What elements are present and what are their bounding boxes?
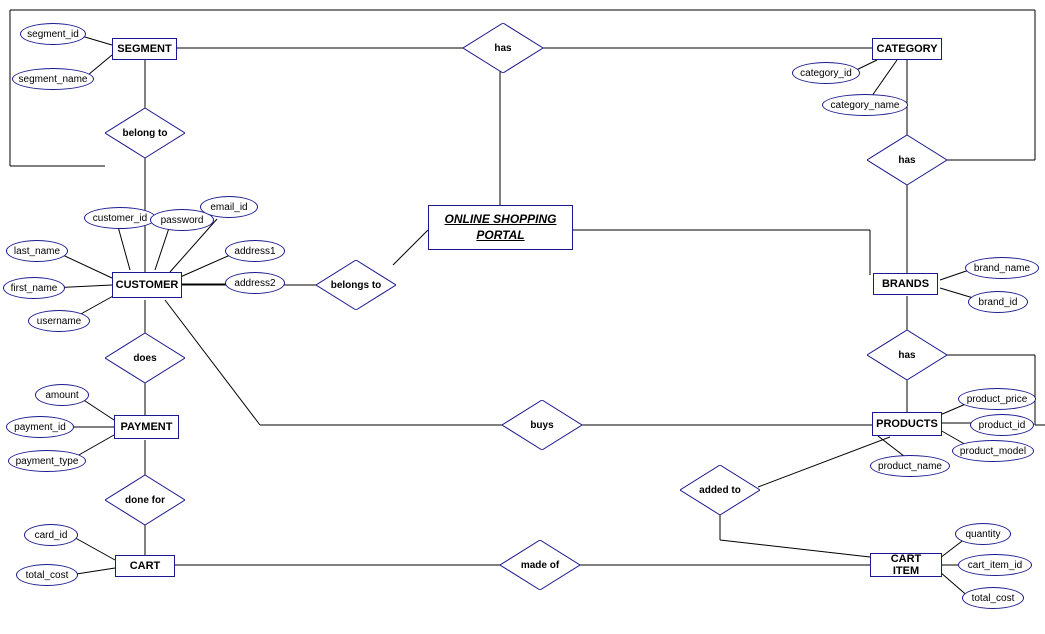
attr-address1: address1	[225, 240, 285, 262]
entity-cart-item: CART ITEM	[870, 553, 942, 577]
entity-products-label: PRODUCTS	[876, 418, 938, 430]
attr-first-name: first_name	[3, 277, 65, 299]
attr-product-price: product_price	[958, 388, 1036, 410]
rel-done-for: done for	[105, 475, 185, 525]
entity-payment: PAYMENT	[114, 415, 179, 439]
entity-main: ONLINE SHOPPING PORTAL	[428, 205, 573, 250]
entity-main-label: ONLINE SHOPPING PORTAL	[435, 212, 566, 243]
rel-made-of-label: made of	[521, 560, 559, 571]
entity-customer: CUSTOMER	[112, 272, 182, 298]
entity-customer-label: CUSTOMER	[116, 279, 179, 291]
attr-category-name: category_name	[822, 94, 908, 116]
rel-buys-label: buys	[530, 420, 553, 431]
rel-made-of: made of	[500, 540, 580, 590]
attr-segment-id: segment_id	[20, 23, 86, 45]
rel-has3: has	[867, 330, 947, 380]
er-diagram: ONLINE SHOPPING PORTAL SEGMENT CATEGORY …	[0, 0, 1045, 634]
attr-brand-id: brand_id	[968, 291, 1028, 313]
rel-has2-label: has	[898, 155, 915, 166]
rel-done-for-label: done for	[125, 495, 165, 506]
attr-customer-id: customer_id	[84, 207, 156, 229]
entity-brands: BRANDS	[873, 273, 938, 295]
rel-has1-label: has	[494, 43, 511, 54]
rel-has2: has	[867, 135, 947, 185]
rel-has3-label: has	[898, 350, 915, 361]
attr-product-model: product_model	[952, 440, 1034, 462]
attr-username: username	[28, 310, 90, 332]
entity-cart-label: CART	[130, 560, 161, 572]
attr-brand-name: brand_name	[965, 257, 1039, 279]
rel-buys: buys	[502, 400, 582, 450]
attr-last-name: last_name	[6, 240, 68, 262]
attr-quantity: quantity	[955, 523, 1011, 545]
rel-belongs-to: belongs to	[316, 260, 396, 310]
attr-segment-name: segment_name	[12, 68, 94, 90]
attr-payment-id: payment_id	[6, 416, 74, 438]
entity-cart-item-label: CART ITEM	[877, 553, 935, 577]
rel-added-to-label: added to	[699, 485, 741, 496]
rel-belong-to: belong to	[105, 108, 185, 158]
rel-has1: has	[463, 23, 543, 73]
entity-category: CATEGORY	[872, 38, 942, 60]
attr-amount: amount	[35, 384, 89, 406]
attr-product-name: product_name	[870, 455, 950, 477]
entity-category-label: CATEGORY	[876, 43, 937, 55]
attr-category-id: category_id	[792, 62, 860, 84]
rel-does-label: does	[133, 353, 156, 364]
entity-segment: SEGMENT	[112, 38, 177, 60]
attr-product-id: product_id	[970, 414, 1034, 436]
attr-payment-type: payment_type	[8, 450, 86, 472]
attr-address2: address2	[225, 272, 285, 294]
attr-card-id: card_id	[24, 524, 78, 546]
attr-cart-item-id: cart_item_id	[958, 554, 1032, 576]
entity-cart: CART	[115, 555, 175, 577]
rel-belongs-to-label: belongs to	[331, 280, 382, 291]
rel-added-to: added to	[680, 465, 760, 515]
entity-products: PRODUCTS	[872, 412, 942, 436]
entity-brands-label: BRANDS	[882, 278, 929, 290]
rel-does: does	[105, 333, 185, 383]
entity-segment-label: SEGMENT	[117, 43, 171, 55]
attr-total-cost-cart: total_cost	[16, 564, 78, 586]
attr-email-id: email_id	[200, 196, 258, 218]
entity-payment-label: PAYMENT	[121, 421, 173, 433]
rel-belong-to-label: belong to	[123, 128, 168, 139]
attr-total-cost-item: total_cost	[962, 587, 1024, 609]
